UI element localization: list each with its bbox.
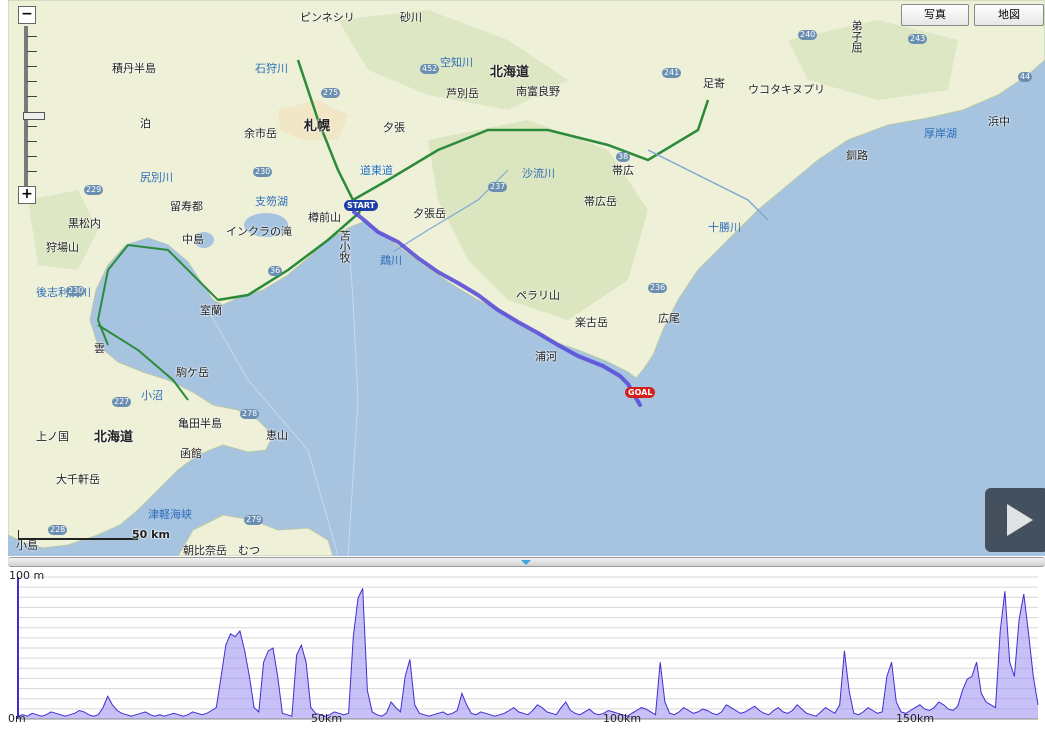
map-label: ペラリ山: [516, 289, 560, 302]
elevation-profile[interactable]: 100 m 0m 50km 100km 150km: [8, 567, 1045, 727]
map-label: 釧路: [846, 149, 868, 162]
route-shield: 240: [798, 30, 818, 40]
play-button[interactable]: [985, 488, 1045, 552]
map-label: 余市岳: [244, 127, 277, 140]
map-label: 足寄: [703, 77, 725, 90]
map-label: 小島: [16, 539, 38, 552]
route-shield: 229: [84, 185, 104, 195]
x-axis-label: 0m: [8, 712, 26, 725]
map-label: 十勝川: [708, 221, 741, 234]
scale-label: 50 km: [132, 528, 170, 541]
route-shield: 44: [1018, 72, 1033, 82]
map-label: 亀田半島: [178, 417, 222, 430]
map-label: 小沼: [141, 389, 163, 402]
map-label: 上ノ国: [36, 430, 69, 443]
map-base-layer: [8, 0, 1045, 556]
map-label: 積丹半島: [112, 62, 156, 75]
map-label: 弟子屈: [850, 20, 863, 53]
route-shield: 38: [616, 152, 631, 162]
route-shield: 230: [253, 167, 273, 177]
map-label: 北海道: [94, 430, 134, 445]
elevation-area: [18, 588, 1038, 719]
map-label: 雲: [94, 342, 105, 355]
map-label: 砂川: [400, 11, 422, 24]
zoom-slider[interactable]: [23, 26, 45, 186]
map-route-viewer: ピンネシリ 砂川 積丹半島 石狩川 空知川 芦別岳 北海道 南富良野 泊 余市岳…: [0, 0, 1045, 727]
map-label: 広尾: [658, 312, 680, 325]
map-label: 樽前山: [308, 211, 341, 224]
route-shield: 275: [321, 88, 341, 98]
map-label: 中島: [182, 233, 204, 246]
route-shield: 241: [662, 68, 682, 78]
zoom-in-button[interactable]: +: [18, 186, 36, 204]
map-label: 尻別川: [140, 171, 173, 184]
map-label: 黒松内: [68, 217, 101, 230]
map-label: 浦河: [535, 350, 557, 363]
scale-bar: [18, 530, 138, 540]
route-shield: 36: [268, 266, 283, 276]
route-shield: 237: [488, 182, 508, 192]
route-shield: 227: [112, 397, 132, 407]
goal-marker[interactable]: GOAL: [625, 387, 656, 398]
map-label: 留寿都: [170, 200, 203, 213]
map-button[interactable]: 地図: [974, 4, 1044, 26]
route-shield: 452: [420, 64, 440, 74]
map-label: むつ: [238, 544, 260, 557]
map-label: 鵡川: [380, 254, 402, 267]
map-view[interactable]: ピンネシリ 砂川 積丹半島 石狩川 空知川 芦別岳 北海道 南富良野 泊 余市岳…: [8, 0, 1045, 556]
map-label: 帯広: [612, 164, 634, 177]
route-shield: 278: [240, 409, 260, 419]
zoom-out-button[interactable]: −: [18, 6, 36, 24]
map-label: 大千軒岳: [56, 473, 100, 486]
chevron-down-icon: [521, 560, 531, 565]
x-axis-label: 50km: [311, 712, 343, 725]
zoom-control: − +: [18, 6, 45, 204]
map-label: 朝比奈岳: [183, 544, 227, 557]
map-label: 駒ケ岳: [176, 366, 209, 379]
road-label: 道東道: [360, 164, 393, 177]
map-label: 恵山: [266, 429, 288, 442]
map-label: 苫小牧: [338, 230, 351, 263]
route-shield: 243: [908, 34, 928, 44]
map-label: 芦別岳: [446, 87, 479, 100]
map-label: 楽古岳: [575, 316, 608, 329]
route-shield: 230: [66, 286, 86, 296]
route-shield: 279: [244, 515, 264, 525]
map-label: 帯広岳: [584, 195, 617, 208]
start-marker[interactable]: START: [344, 200, 379, 211]
map-label: 狩場山: [46, 241, 79, 254]
map-label: 支笏湖: [255, 195, 288, 208]
photo-button[interactable]: 写真: [901, 4, 969, 26]
route-shield: 236: [648, 283, 668, 293]
zoom-slider-thumb[interactable]: [23, 112, 45, 120]
map-label: 夕張: [383, 121, 405, 134]
map-label: 沙流川: [522, 167, 555, 180]
map-label: 夕張岳: [413, 207, 446, 220]
play-icon: [1007, 504, 1033, 536]
x-axis-label: 150km: [896, 712, 935, 725]
map-label: インクラの滝: [226, 225, 292, 238]
elevation-chart: [17, 576, 1039, 720]
map-label: 空知川: [440, 56, 473, 69]
map-label: 室蘭: [200, 304, 222, 317]
y-axis-label: 100 m: [9, 569, 45, 582]
map-label: 津軽海峡: [148, 508, 192, 521]
map-label: 泊: [140, 117, 151, 130]
x-axis-label: 100km: [603, 712, 642, 725]
map-label: 浜中: [988, 115, 1010, 128]
map-label: ピンネシリ: [300, 11, 355, 24]
map-label: ウコタキヌプリ: [748, 83, 825, 96]
map-label: 函館: [180, 447, 202, 460]
map-label: 北海道: [490, 65, 530, 80]
map-label: 札幌: [304, 119, 331, 134]
map-label: 厚岸湖: [924, 127, 957, 140]
panel-divider[interactable]: [8, 557, 1045, 567]
map-label: 南富良野: [516, 85, 560, 98]
map-label: 石狩川: [255, 62, 288, 75]
